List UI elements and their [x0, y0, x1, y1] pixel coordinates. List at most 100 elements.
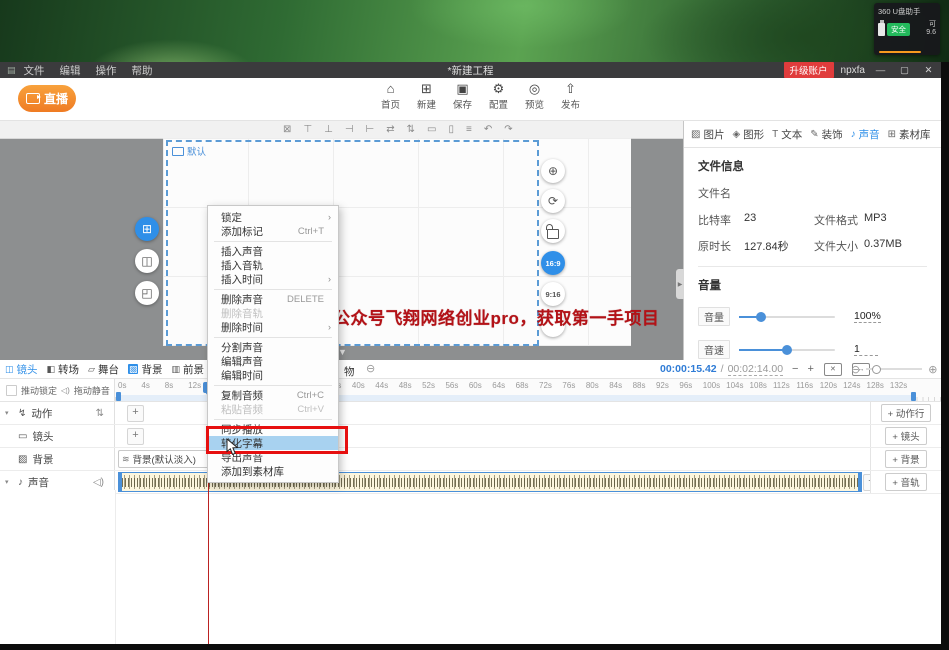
timeline-tab[interactable]: ▥ 前景 [171, 362, 204, 377]
timeline-tab-label: 物 [344, 364, 355, 379]
context-menu-item[interactable]: 粘贴音频 Ctrl+V [208, 402, 338, 416]
toolbar-action-button[interactable]: ◎ 预览 [521, 82, 548, 111]
timeline-tab[interactable]: ◫ 镜头 [5, 362, 38, 377]
context-menu-item[interactable] [214, 289, 332, 290]
alignment-icon[interactable]: ⇅ [407, 124, 415, 135]
total-time[interactable]: 00:02:14.00 [728, 363, 783, 376]
volume-value[interactable]: 100% [854, 310, 881, 323]
timeline-tab[interactable]: 物 [341, 364, 355, 379]
speed-slider[interactable] [739, 349, 835, 351]
panel-tab[interactable]: ✎ 装饰 [806, 127, 846, 142]
panel-collapse-handle[interactable]: ▶ [676, 269, 684, 299]
range-start-marker[interactable] [116, 392, 121, 401]
context-menu-item[interactable]: 锁定 › [208, 210, 338, 224]
context-menu-item[interactable]: 插入时间 › [208, 272, 338, 286]
toolbar-action-button[interactable]: ⌂ 首页 [377, 82, 404, 111]
add-audio-track-button[interactable]: + 音轨 [885, 473, 926, 491]
alignment-icon[interactable]: ≡ [466, 124, 472, 135]
timeline-tab[interactable]: ▨ 背景 [128, 362, 163, 377]
layout-a-button[interactable]: ◫ [135, 249, 159, 273]
alignment-icon[interactable]: ↷ [504, 124, 512, 135]
aspect-9-16-button[interactable]: 9:16 [541, 282, 565, 306]
upgrade-account-button[interactable]: 升级账户 [784, 62, 834, 78]
toolbar-action-button[interactable]: ⊞ 新建 [413, 82, 440, 111]
context-menu-item[interactable] [214, 385, 332, 386]
volume-slider[interactable] [739, 316, 835, 318]
context-menu-item[interactable]: 添加到素材库 [208, 464, 338, 478]
context-menu-item[interactable]: 添加标记 Ctrl+T [208, 224, 338, 238]
collapse-arrow-icon[interactable]: ▾ [5, 409, 13, 417]
add-clip-button[interactable]: + [127, 428, 144, 445]
timeline-tab[interactable]: ◧ 转场 [47, 362, 80, 377]
reorder-icon[interactable]: ⇅ [96, 408, 104, 419]
context-menu-item[interactable] [214, 419, 332, 420]
panel-tab[interactable]: T 文本 [768, 127, 806, 142]
alignment-icon[interactable]: ⊣ [345, 124, 354, 135]
alignment-icon[interactable]: ⊢ [366, 124, 375, 135]
maximize-button[interactable]: ▢ [896, 65, 913, 76]
track-header-camera[interactable]: ▭ 镜头 [0, 425, 115, 447]
collapse-tracks-icon[interactable]: ⊖ [366, 362, 375, 375]
context-menu-item[interactable]: 插入声音 [208, 244, 338, 258]
stage-collapse-arrow-icon[interactable]: ▼ [338, 347, 347, 357]
context-menu-item[interactable]: 编辑声音 [208, 354, 338, 368]
track-header-action[interactable]: ▾ ↯ 动作 ⇅ [0, 402, 115, 424]
lock-button[interactable] [541, 219, 565, 243]
alignment-icon[interactable]: ↶ [484, 124, 492, 135]
rotate-camera-button[interactable]: ⟳ [541, 189, 565, 213]
alignment-icon[interactable]: ⇄ [386, 124, 394, 135]
panel-tab[interactable]: ♪ 声音 [847, 127, 884, 142]
add-clip-button[interactable]: + [127, 405, 144, 422]
minimize-button[interactable]: — [872, 65, 889, 76]
time-plus-button[interactable]: + [807, 363, 813, 375]
alignment-icon[interactable]: ▭ [427, 124, 436, 135]
context-menu-item[interactable]: 插入音轨 [208, 258, 338, 272]
background-clip[interactable]: ≋ 背景(默认淡入) [118, 450, 210, 468]
zoom-in-icon[interactable]: ⊕ [928, 363, 937, 376]
context-menu-item[interactable] [214, 337, 332, 338]
add-camera-track-button[interactable]: + 镜头 [885, 427, 926, 445]
context-menu-item[interactable]: 删除时间 › [208, 320, 338, 334]
context-menu-item[interactable]: 分割声音 [208, 340, 338, 354]
alignment-icon[interactable]: ⊠ [283, 124, 291, 135]
speed-value[interactable]: 1 [854, 343, 878, 356]
context-menu-item[interactable]: 编辑时间 [208, 368, 338, 382]
zoom-out-icon[interactable]: ⊖ [851, 363, 860, 376]
timeline-tab[interactable]: ▱ 舞台 [88, 362, 119, 377]
add-background-track-button[interactable]: + 背景 [885, 450, 926, 468]
context-menu-item[interactable]: 复制音频 Ctrl+C [208, 388, 338, 402]
usb-helper-notification[interactable]: 360 U盘助手 安全 可 9.6 [874, 3, 940, 55]
menu-item[interactable]: 操作 [96, 63, 117, 78]
menu-item[interactable]: 帮助 [132, 63, 153, 78]
time-minus-button[interactable]: − [792, 363, 798, 375]
range-end-marker[interactable] [911, 392, 916, 401]
clear-screen-icon[interactable]: ✕ [824, 363, 842, 376]
context-menu-item[interactable] [214, 241, 332, 242]
track-speaker-icon[interactable]: ◁) [93, 477, 104, 488]
panel-tab[interactable]: ◈ 图形 [728, 127, 768, 142]
aspect-16-9-button[interactable]: 16:9 [541, 251, 565, 275]
add-camera-button[interactable]: ⊕ [541, 159, 565, 183]
toolbar-action-button[interactable]: ⇧ 发布 [557, 82, 584, 111]
toolbar-action-button[interactable]: ▣ 保存 [449, 82, 476, 111]
toolbar-action-button[interactable]: ⚙ 配置 [485, 82, 512, 111]
username[interactable]: npxfa [841, 65, 865, 76]
track-header-background[interactable]: ▨ 背景 [0, 448, 115, 470]
drag-mute-label[interactable]: 拖动静音 [74, 384, 110, 397]
context-menu-item[interactable]: 删除声音 DELETE [208, 292, 338, 306]
alignment-icon[interactable]: ⊥ [324, 124, 333, 135]
grid-toggle-button[interactable]: ⊞ [135, 217, 159, 241]
collapse-arrow-icon[interactable]: ▾ [5, 478, 13, 486]
layout-b-button[interactable]: ◰ [135, 281, 159, 305]
menu-item[interactable]: 文件 [24, 63, 45, 78]
close-button[interactable]: ✕ [920, 65, 937, 76]
menu-item[interactable]: 编辑 [60, 63, 81, 78]
alignment-icon[interactable]: ⊤ [303, 124, 312, 135]
context-menu-item[interactable]: 删除音轨 [208, 306, 338, 320]
panel-tab[interactable]: ⊞ 素材库 [884, 127, 935, 142]
alignment-icon[interactable]: ▯ [449, 124, 455, 135]
add-action-row-button[interactable]: + 动作行 [881, 404, 932, 422]
push-lock-checkbox[interactable] [6, 385, 17, 396]
panel-tab[interactable]: ▨ 图片 [687, 127, 728, 142]
timeline-zoom-slider[interactable] [866, 368, 922, 370]
